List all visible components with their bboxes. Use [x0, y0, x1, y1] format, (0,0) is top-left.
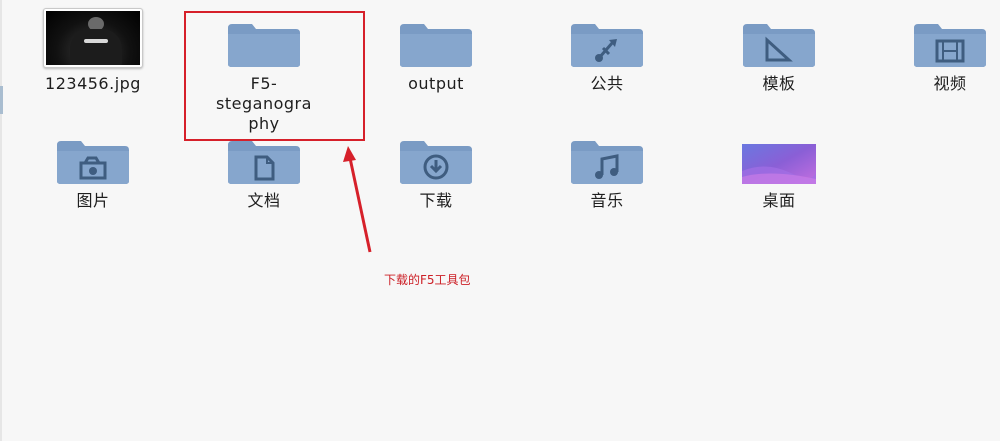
annotation-arrow-icon	[343, 146, 372, 253]
annotation-text: 下载的F5工具包	[384, 273, 471, 287]
